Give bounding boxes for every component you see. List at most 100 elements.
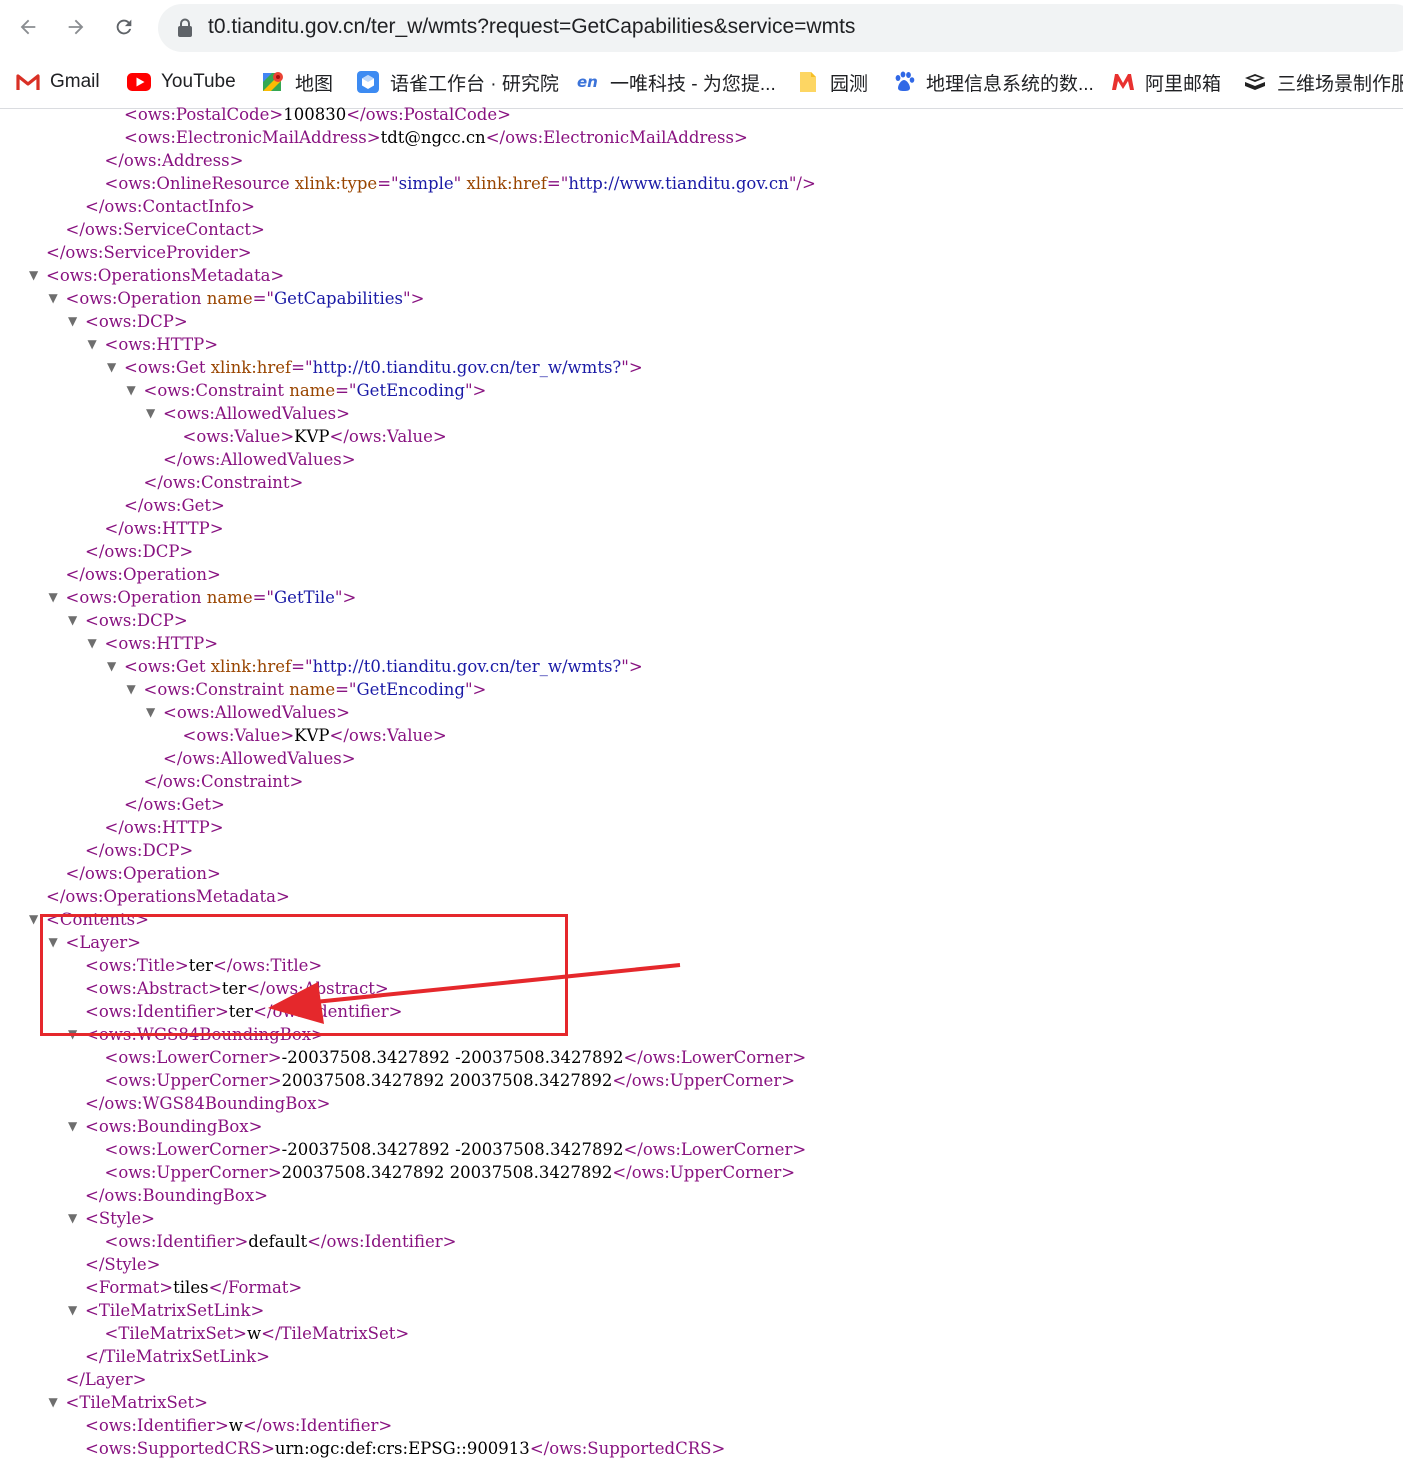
- xml-line-text: <ows:Operation name="GetTile">: [66, 586, 357, 609]
- bookmark-yuance[interactable]: 园测: [796, 62, 868, 102]
- bookmark-youtube[interactable]: YouTube: [127, 62, 236, 102]
- collapse-toggle-icon[interactable]: ▼: [68, 1207, 77, 1230]
- xml-tag: <ows:Title>: [85, 956, 189, 975]
- collapse-toggle-icon[interactable]: ▼: [127, 379, 136, 402]
- xml-tag: <ows:PostalCode>: [124, 105, 284, 124]
- xml-line-text: <ows:OperationsMetadata>: [46, 264, 284, 287]
- address-bar[interactable]: t0.tianditu.gov.cn/ter_w/wmts?request=Ge…: [158, 4, 1403, 52]
- xml-tag: <ows:Operation: [65, 289, 207, 308]
- lock-icon[interactable]: [176, 18, 194, 38]
- xml-tag: <ows:Value>: [182, 427, 295, 446]
- xml-text-node: tdt@ngcc.cn: [380, 128, 486, 147]
- xml-line-text: <TileMatrixSet>w</TileMatrixSet>: [105, 1322, 410, 1345]
- xml-tag: </ows:OperationsMetadata>: [46, 887, 290, 906]
- collapse-toggle-icon[interactable]: ▼: [68, 1023, 77, 1046]
- reload-icon: [116, 19, 132, 35]
- bookmarks-bar: Gmail YouTube 地图 语雀工作台 · 研究院 en 一唯科技 - 为…: [0, 62, 1403, 102]
- bookmark-yiwei[interactable]: en 一唯科技 - 为您提...: [576, 62, 776, 102]
- bookmark-maps[interactable]: 地图: [261, 62, 333, 102]
- xml-tag: <ows:Operation: [65, 588, 207, 607]
- forward-button[interactable]: [59, 10, 93, 44]
- xml-tag: </ows:LowerCorner>: [623, 1048, 807, 1067]
- xml-text-node: urn:ogc:def:crs:EPSG::900913: [274, 1439, 530, 1458]
- collapse-toggle-icon[interactable]: ▼: [68, 609, 77, 632]
- collapse-toggle-icon[interactable]: ▼: [68, 1115, 77, 1138]
- xml-line-text: </ows:HTTP>: [105, 517, 224, 540]
- xml-text-node: 20037508.3427892 20037508.3427892: [281, 1071, 613, 1090]
- xml-tag: </ows:Value>: [329, 726, 447, 745]
- url-text[interactable]: t0.tianditu.gov.cn/ter_w/wmts?request=Ge…: [208, 15, 855, 39]
- xml-tag: </ows:HTTP>: [104, 519, 224, 538]
- xml-tag: </ows:DCP>: [85, 542, 194, 561]
- xml-text-node: tiles: [173, 1278, 209, 1297]
- xml-line-text: <ows:LowerCorner>-20037508.3427892 -2003…: [105, 1138, 807, 1161]
- xml-tag: <ows:Identifier>: [104, 1232, 249, 1251]
- xml-tag: <ows:AllowedValues>: [163, 404, 350, 423]
- xml-line-text: </ows:ContactInfo>: [85, 195, 255, 218]
- xml-attr-name: name: [289, 680, 336, 699]
- arrow-right-icon: [68, 19, 84, 35]
- xml-line-text: </ows:WGS84BoundingBox>: [85, 1092, 330, 1115]
- xml-attr-name: xlink:type: [294, 174, 378, 193]
- bookmark-3d-scene[interactable]: 三维场景制作服: [1243, 62, 1403, 102]
- xml-tag: =": [546, 174, 569, 193]
- collapse-toggle-icon[interactable]: ▼: [49, 586, 58, 609]
- collapse-toggle-icon[interactable]: ▼: [49, 287, 58, 310]
- gmail-icon: [16, 70, 40, 94]
- svg-text:en: en: [577, 73, 598, 91]
- xml-tag: </ows:Constraint>: [143, 772, 304, 791]
- xml-line-text: </ows:HTTP>: [105, 816, 224, 839]
- xml-tag: <Style>: [85, 1209, 155, 1228]
- reload-button[interactable]: [107, 10, 141, 44]
- xml-line-text: </ows:Operation>: [66, 563, 221, 586]
- xml-attr-name: name: [206, 289, 253, 308]
- xml-tag: </ows:LowerCorner>: [623, 1140, 807, 1159]
- back-button[interactable]: [11, 10, 45, 44]
- xml-tag: </ows:Identifier>: [242, 1416, 393, 1435]
- xml-tag: <ows:BoundingBox>: [85, 1117, 263, 1136]
- collapse-toggle-icon[interactable]: ▼: [107, 655, 116, 678]
- xml-tag: <ows:Identifier>: [85, 1416, 229, 1435]
- bookmark-yuque[interactable]: 语雀工作台 · 研究院: [356, 62, 559, 102]
- collapse-toggle-icon[interactable]: ▼: [146, 701, 155, 724]
- bookmark-gis[interactable]: 地理信息系统的数...: [892, 62, 1094, 102]
- xml-line-text: </ows:Get>: [124, 494, 225, 517]
- collapse-toggle-icon[interactable]: ▼: [88, 632, 97, 655]
- bookmark-aliyun-mail[interactable]: 阿里邮箱: [1111, 62, 1221, 102]
- xml-line-text: <ows:Operation name="GetCapabilities">: [66, 287, 425, 310]
- xml-attr-name: name: [206, 588, 253, 607]
- collapse-toggle-icon[interactable]: ▼: [107, 356, 116, 379]
- xml-tag: </ows:ContactInfo>: [85, 197, 256, 216]
- collapse-toggle-icon[interactable]: ▼: [29, 264, 38, 287]
- collapse-toggle-icon[interactable]: ▼: [49, 931, 58, 954]
- collapse-toggle-icon[interactable]: ▼: [88, 333, 97, 356]
- collapse-toggle-icon[interactable]: ▼: [146, 402, 155, 425]
- xml-tag: </ows:Identifier>: [253, 1002, 403, 1021]
- xml-line-text: <ows:OnlineResource xlink:type="simple" …: [105, 172, 816, 195]
- xml-line-text: </ows:Address>: [105, 149, 244, 172]
- xml-tag: </TileMatrixSetLink>: [85, 1347, 270, 1366]
- xml-tag: <ows:HTTP>: [104, 335, 219, 354]
- xml-tag: <ows:UpperCorner>: [104, 1071, 282, 1090]
- collapse-toggle-icon[interactable]: ▼: [68, 310, 77, 333]
- collapse-toggle-icon[interactable]: ▼: [68, 1299, 77, 1322]
- xml-tag: </ows:BoundingBox>: [85, 1186, 268, 1205]
- xml-tag: <Layer>: [65, 933, 141, 952]
- xml-tag: =": [252, 588, 274, 607]
- xml-line-text: <ows:Get xlink:href="http://t0.tianditu.…: [124, 356, 643, 379]
- bookmark-gmail[interactable]: Gmail: [16, 62, 100, 102]
- xml-line-text: <ows:HTTP>: [105, 632, 219, 655]
- xml-line-text: <ows:WGS84BoundingBox>: [85, 1023, 325, 1046]
- collapse-toggle-icon[interactable]: ▼: [127, 678, 136, 701]
- xml-line-text: <ows:UpperCorner>20037508.3427892 200375…: [105, 1069, 796, 1092]
- xml-tag: <ows:UpperCorner>: [104, 1163, 282, 1182]
- collapse-toggle-icon[interactable]: ▼: [49, 1391, 58, 1414]
- xml-line-text: <TileMatrixSetLink>: [85, 1299, 264, 1322]
- xml-line-text: </ows:Constraint>: [144, 770, 304, 793]
- xml-tag: "/>: [788, 174, 816, 193]
- xml-line-text: </ows:AllowedValues>: [163, 448, 356, 471]
- xml-tag: <TileMatrixSet>: [65, 1393, 209, 1412]
- collapse-toggle-icon[interactable]: ▼: [29, 908, 38, 931]
- xml-tag: <ows:Constraint: [143, 381, 290, 400]
- xml-line-text: </ows:DCP>: [85, 839, 193, 862]
